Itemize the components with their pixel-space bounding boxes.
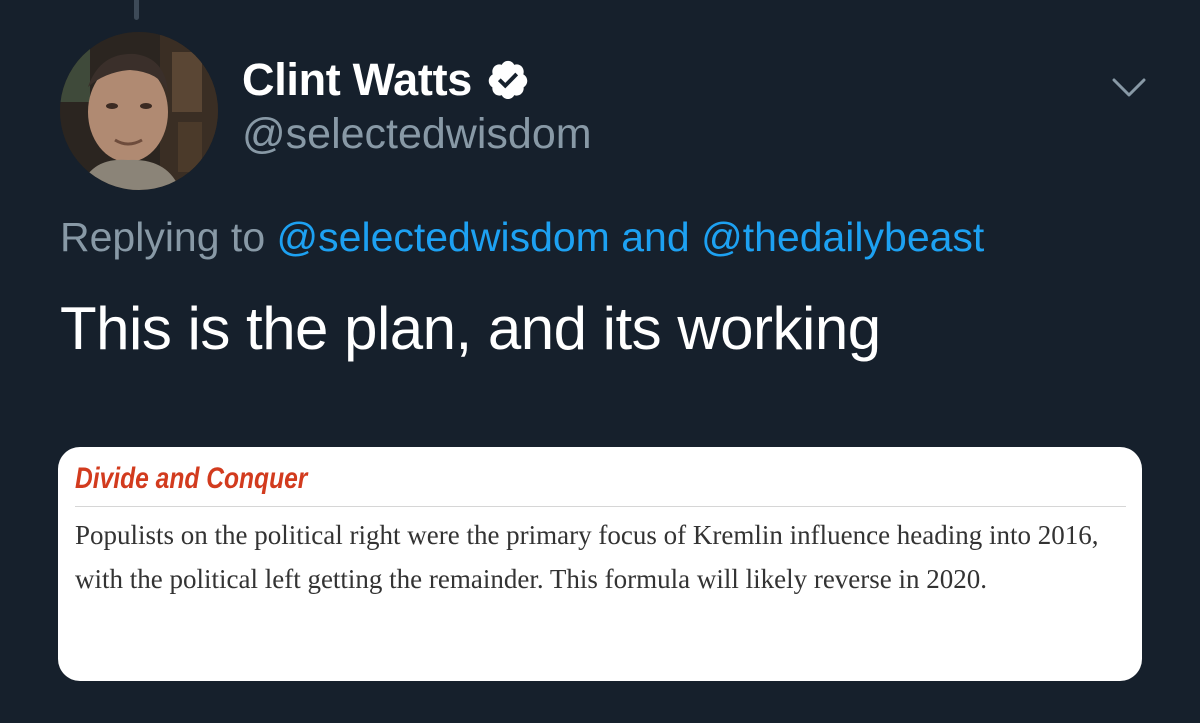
replying-to-line: Replying to @selectedwisdom and @thedail… xyxy=(60,214,984,261)
avatar-photo xyxy=(60,32,218,190)
author-display-name[interactable]: Clint Watts xyxy=(242,54,472,106)
replying-to-label: Replying to xyxy=(60,214,266,260)
image-body-text: Populists on the political right were th… xyxy=(75,520,1099,594)
author-name-row[interactable]: Clint Watts xyxy=(242,52,530,108)
image-heading: Divide and Conquer xyxy=(75,462,308,495)
avatar[interactable] xyxy=(60,32,218,190)
image-divider xyxy=(75,506,1126,507)
verified-badge-icon xyxy=(488,60,528,100)
thread-connector-line xyxy=(134,0,139,20)
attached-image-card[interactable]: Divide and Conquer Populists on the poli… xyxy=(58,447,1142,681)
chevron-down-icon[interactable] xyxy=(1110,68,1148,106)
author-handle[interactable]: @selectedwisdom xyxy=(242,110,592,159)
mention-link-thedailybeast[interactable]: @thedailybeast xyxy=(701,214,984,260)
tweet-text: This is the plan, and its working xyxy=(60,295,881,362)
mention-conjunction[interactable]: and xyxy=(621,214,689,260)
mention-link-selectedwisdom[interactable]: @selectedwisdom xyxy=(277,214,610,260)
